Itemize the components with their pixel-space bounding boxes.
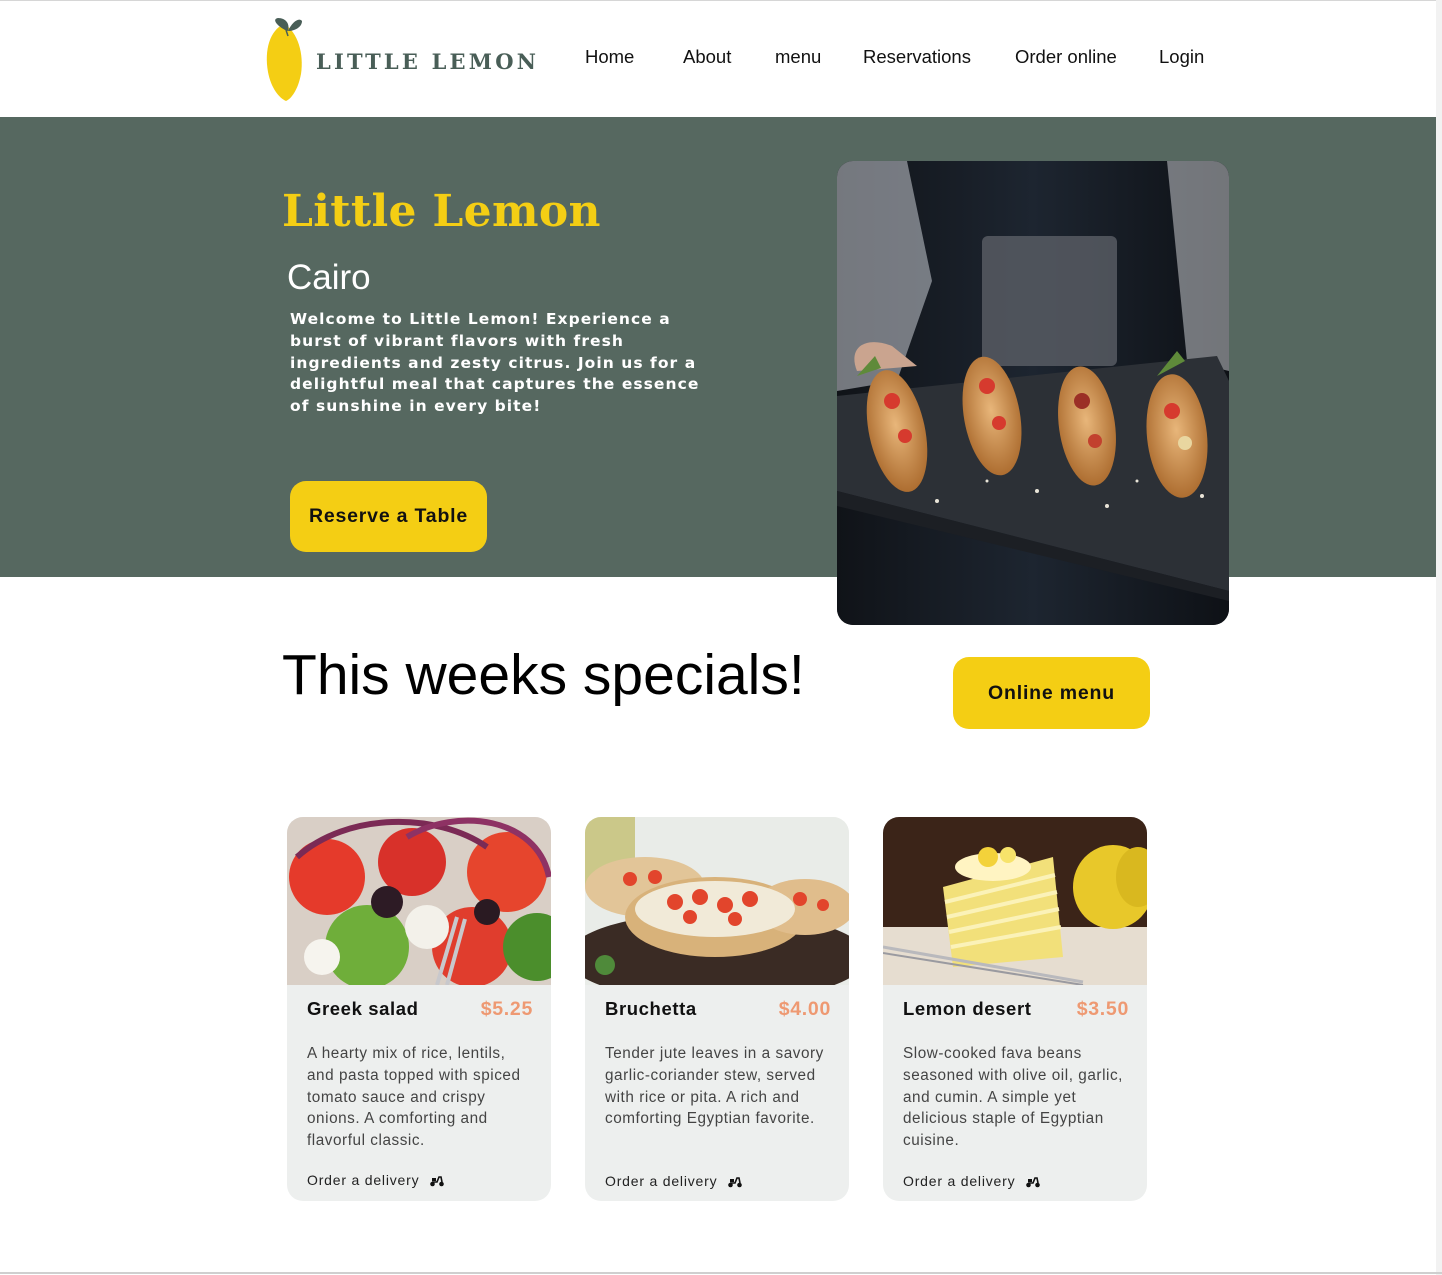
special-card-bruchetta: Bruchetta $4.00 Tender jute leaves in a … <box>585 817 849 1201</box>
greek-salad-image <box>287 817 551 985</box>
nav-home[interactable]: Home <box>585 46 634 68</box>
nav-reservations[interactable]: Reservations <box>863 46 971 68</box>
card-price: $5.25 <box>480 998 533 1020</box>
order-delivery-label: Order a delivery <box>307 1172 420 1188</box>
hero-title: Little Lemon <box>282 186 601 237</box>
hero-description: Welcome to Little Lemon! Experience a bu… <box>290 310 700 416</box>
special-card-greek-salad: Greek salad $5.25 A hearty mix of rice, … <box>287 817 551 1201</box>
card-description: A hearty mix of rice, lentils, and pasta… <box>307 1045 521 1150</box>
reserve-table-button[interactable]: Reserve a Table <box>290 481 487 552</box>
nav-order-online[interactable]: Order online <box>1015 46 1117 68</box>
logo[interactable]: LITTLE LEMON <box>264 14 536 104</box>
header-top-border <box>0 0 1442 1</box>
card-price: $3.50 <box>1076 998 1129 1020</box>
order-delivery-link[interactable]: Order a delivery <box>307 1172 445 1188</box>
online-menu-button[interactable]: Online menu <box>953 657 1150 729</box>
lemon-icon <box>266 18 302 101</box>
nav-menu[interactable]: menu <box>775 46 821 68</box>
order-delivery-link[interactable]: Order a delivery <box>903 1173 1041 1189</box>
order-delivery-link[interactable]: Order a delivery <box>605 1173 743 1189</box>
nav-login[interactable]: Login <box>1159 46 1204 68</box>
logo-text: LITTLE LEMON <box>316 49 540 74</box>
card-name: Bruchetta <box>605 998 697 1019</box>
card-price: $4.00 <box>778 998 831 1020</box>
hero-image <box>837 161 1229 625</box>
scooter-icon <box>728 1177 743 1188</box>
hero-city: Cairo <box>287 258 371 297</box>
card-description: Tender jute leaves in a savory garlic-co… <box>605 1045 824 1128</box>
card-name: Lemon desert <box>903 998 1032 1019</box>
card-name: Greek salad <box>307 998 419 1019</box>
lemon-desert-image <box>883 817 1147 985</box>
nav-about[interactable]: About <box>683 46 731 68</box>
scooter-icon <box>430 1176 445 1187</box>
bruchetta-image <box>585 817 849 985</box>
card-description: Slow-cooked fava beans seasoned with oli… <box>903 1045 1123 1150</box>
order-delivery-label: Order a delivery <box>605 1173 718 1189</box>
page-scroll-edge <box>1436 0 1442 1275</box>
scooter-icon <box>1026 1177 1041 1188</box>
specials-title: This weeks specials! <box>282 643 805 707</box>
order-delivery-label: Order a delivery <box>903 1173 1016 1189</box>
special-card-lemon-desert: Lemon desert $3.50 Slow-cooked fava bean… <box>883 817 1147 1201</box>
footer-divider <box>0 1272 1442 1274</box>
